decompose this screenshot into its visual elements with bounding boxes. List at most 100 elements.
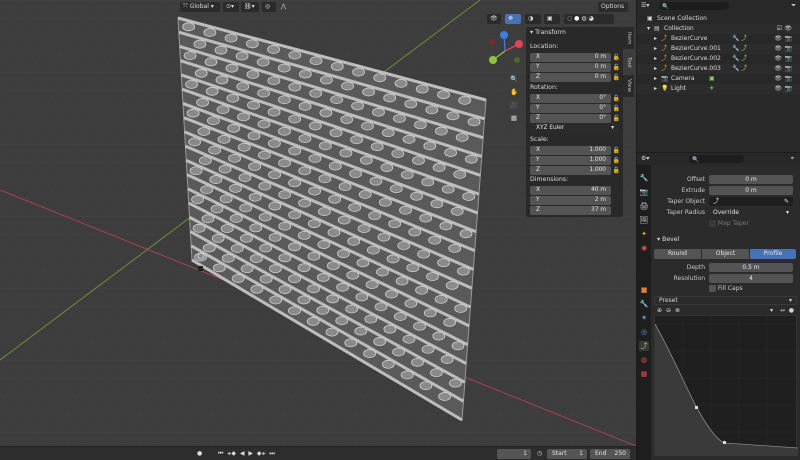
filter-icon[interactable]: ⏷ [791, 1, 796, 11]
texture-tab-icon[interactable]: ▦ [639, 369, 649, 379]
bevel-mode-profile[interactable]: Profile [750, 249, 796, 259]
scene-collection-row[interactable]: ▣ Scene Collection [637, 14, 800, 24]
outliner-editor-icon[interactable]: ☰▾ [641, 1, 649, 11]
end-frame-field[interactable]: End 250 [590, 449, 630, 459]
curve-point[interactable] [723, 441, 726, 444]
overlay-toggle-icon[interactable]: ◑ [525, 14, 541, 24]
material-shading-icon[interactable]: ◍ [581, 15, 586, 22]
tools-dropdown-icon[interactable]: ▾ [770, 306, 773, 315]
clock-icon[interactable]: ◷ [537, 449, 542, 459]
render-tab-icon[interactable]: 📷 [639, 187, 649, 197]
pan-hand-icon[interactable]: ✋ [508, 87, 520, 100]
world-tab-icon[interactable]: ◉ [639, 243, 649, 253]
profile-curve-editor[interactable] [654, 315, 799, 456]
depth-field[interactable]: 0.5 m [709, 263, 793, 272]
lock-icon[interactable]: 🔓 [613, 94, 620, 103]
lock-icon[interactable]: 🔓 [613, 53, 620, 62]
3d-viewport[interactable]: ⤧ Global ▾ ⊙▾ ⛓▾ ◎ ⋀ Options ▾ 👁 ✥ ◑ ▣ ◌… [0, 0, 636, 446]
eye-icon[interactable]: 👁 [774, 74, 782, 84]
outliner-search-input[interactable]: 🔍 [659, 2, 729, 10]
material-tab-icon[interactable]: ◍ [639, 355, 649, 365]
tab-view[interactable]: View [623, 75, 634, 97]
gizmo-z-handle[interactable] [500, 31, 508, 39]
camera-icon[interactable]: 📷 [785, 74, 792, 84]
lock-icon[interactable]: 🔓 [613, 166, 620, 175]
checkbox-icon[interactable]: ☑ [777, 24, 782, 34]
lock-icon[interactable]: 🔓 [613, 63, 620, 72]
pin-icon[interactable]: ⌖ [791, 153, 794, 165]
eye-icon[interactable]: 👁 [774, 34, 782, 44]
gizmo-x-handle[interactable] [515, 40, 523, 48]
playback-controls[interactable]: ⏮ ◂◆ ◀ ▶ ◆▸ ⏭ [218, 449, 276, 459]
solid-shading-icon[interactable]: ● [574, 15, 579, 22]
reverse-path-icon[interactable]: ↔ [780, 306, 785, 315]
proportional-edit-toggle[interactable]: ◎ [262, 2, 276, 12]
lock-icon[interactable]: 🔓 [613, 146, 620, 155]
curve-data-tab-icon[interactable]: ⤴ [639, 341, 649, 351]
eye-icon[interactable]: 👁 [774, 44, 782, 54]
outliner-item[interactable]: ▸ ⤴ BezierCurve.003 🔧 ⤴ 👁 📷 [637, 64, 800, 74]
reset-icon[interactable]: ● [789, 306, 794, 315]
xray-toggle-icon[interactable]: ▣ [544, 14, 560, 24]
camera-icon[interactable]: 📷 [785, 34, 792, 44]
eye-icon[interactable]: 👁 [774, 84, 782, 94]
bevel-mode-round[interactable]: Round [654, 249, 701, 259]
properties-search-input[interactable]: 🔍 [689, 155, 744, 163]
zoom-in-icon[interactable]: ⊕ [657, 306, 662, 315]
fill-caps-checkbox[interactable]: Fill Caps [709, 285, 743, 292]
camera-icon[interactable]: 📷 [785, 54, 792, 64]
rotation-mode-select[interactable]: XYZ Euler ▾ [530, 124, 619, 133]
zoom-icon[interactable]: 🔍 [508, 74, 520, 87]
location-z-field[interactable]: Z0 m 🔓 [530, 73, 620, 82]
offset-field[interactable]: 0 m [709, 175, 793, 184]
rendered-shading-icon[interactable]: ◕ [589, 15, 594, 22]
eye-icon[interactable]: 👁 [774, 54, 782, 64]
outliner-item[interactable]: ▸ 💡 Light ☀ 👁 📷 [637, 84, 800, 94]
clip-icon[interactable]: ⊗ [675, 306, 680, 315]
navigation-gizmo[interactable] [484, 30, 526, 72]
scene-tab-icon[interactable]: ✦ [639, 229, 649, 239]
shading-mode-group[interactable]: ◌ ● ◍ ◕ [564, 14, 614, 24]
options-button[interactable]: Options ▾ [598, 2, 628, 20]
taper-object-field[interactable]: ⤴ ✎ [709, 197, 793, 206]
dimensions-y-field[interactable]: Y2 m [530, 196, 611, 205]
resolution-field[interactable]: 4 [709, 274, 793, 283]
current-frame-field[interactable]: 1 [497, 449, 531, 459]
taper-radius-select[interactable]: Override ▾ [709, 208, 793, 217]
view-layer-tab-icon[interactable]: 🖼 [639, 215, 649, 225]
pivot-select[interactable]: ⊙▾ [223, 2, 239, 12]
lock-icon[interactable]: 🔓 [613, 73, 620, 82]
transform-header[interactable]: ▾ Transform [530, 29, 566, 36]
profile-curve-svg[interactable] [654, 316, 799, 456]
outliner-item[interactable]: ▸ 📷 Camera ▣ 👁 📷 [637, 74, 800, 84]
scale-z-field[interactable]: Z 1.000 🔓 [530, 166, 620, 175]
record-button[interactable]: ● [197, 449, 202, 459]
rotation-y-field[interactable]: Y 0° 🔓 [530, 104, 620, 113]
gizmo-toggle-icon[interactable]: ✥ [505, 14, 521, 24]
falloff-icon[interactable]: ⋀ [278, 2, 288, 12]
output-tab-icon[interactable]: 🖨 [639, 201, 649, 211]
collection-row[interactable]: ▾ ▤ Collection ☑ 👁 [637, 24, 800, 34]
rotation-z-field[interactable]: Z 0° 🔓 [530, 114, 620, 123]
properties-editor-icon[interactable]: ⚙▾ [641, 153, 649, 165]
start-frame-field[interactable]: Start 1 [547, 449, 587, 459]
lock-icon[interactable]: 🔓 [613, 104, 620, 113]
particles-tab-icon[interactable]: ✶ [639, 313, 649, 323]
tab-tool[interactable]: Tool [623, 51, 634, 73]
lock-icon[interactable]: 🔓 [613, 114, 620, 123]
bevel-mode-object[interactable]: Object [702, 249, 749, 259]
rotation-x-field[interactable]: X 0° 🔓 [530, 94, 620, 103]
eye-icon[interactable]: 👁 [774, 64, 782, 74]
visibility-icon[interactable]: 👁 [487, 14, 501, 24]
lock-icon[interactable]: 🔓 [613, 156, 620, 165]
eyedropper-icon[interactable]: ✎ [784, 197, 789, 206]
camera-icon[interactable]: 📷 [785, 64, 792, 74]
dimensions-x-field[interactable]: X 40 m [530, 186, 611, 195]
preset-select[interactable]: Preset ▾ [654, 296, 797, 305]
camera-icon[interactable]: 📷 [785, 44, 792, 54]
scale-x-field[interactable]: X 1.000 🔓 [530, 146, 620, 155]
curve-point[interactable] [695, 406, 698, 409]
eye-icon[interactable]: 👁 [784, 24, 792, 34]
object-tab-icon[interactable]: ■ [639, 285, 649, 295]
bevel-panel-header[interactable]: ▾ Bevel [657, 236, 679, 243]
